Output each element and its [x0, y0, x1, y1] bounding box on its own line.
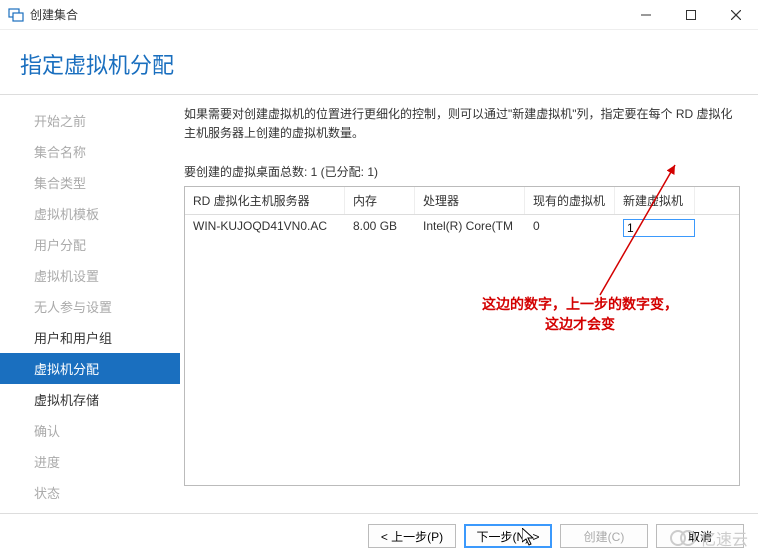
- description-text: 如果需要对创建虚拟机的位置进行更细化的控制，则可以通过"新建虚拟机"列，指定要在…: [184, 105, 740, 143]
- table-row[interactable]: WIN-KUJOQD41VN0.AC 8.00 GB Intel(R) Core…: [185, 215, 739, 241]
- wizard-body: 开始之前 集合名称 集合类型 虚拟机模板 用户分配 虚拟机设置 无人参与设置 用…: [0, 95, 758, 513]
- app-icon: [8, 7, 24, 23]
- next-button[interactable]: 下一步(N) >: [464, 524, 552, 548]
- maximize-button[interactable]: [668, 0, 713, 30]
- nav-before-begin[interactable]: 开始之前: [0, 105, 180, 136]
- nav-users-groups[interactable]: 用户和用户组: [0, 322, 180, 353]
- nav-vm-allocation[interactable]: 虚拟机分配: [0, 353, 180, 384]
- minimize-button[interactable]: [623, 0, 668, 30]
- create-button: 创建(C): [560, 524, 648, 548]
- col-host[interactable]: RD 虚拟化主机服务器: [185, 187, 345, 214]
- close-button[interactable]: [713, 0, 758, 30]
- vm-allocation-table: RD 虚拟化主机服务器 内存 处理器 现有的虚拟机 新建虚拟机 WIN-KUJO…: [184, 186, 740, 486]
- window-title: 创建集合: [30, 6, 623, 23]
- cell-memory: 8.00 GB: [345, 215, 415, 241]
- main-panel: 如果需要对创建虚拟机的位置进行更细化的控制，则可以通过"新建虚拟机"列，指定要在…: [180, 95, 758, 513]
- total-count-label: 要创建的虚拟桌面总数: 1 (已分配: 1): [184, 163, 740, 180]
- nav-confirm[interactable]: 确认: [0, 415, 180, 446]
- cancel-button[interactable]: 取消: [656, 524, 744, 548]
- nav-vm-storage[interactable]: 虚拟机存储: [0, 384, 180, 415]
- titlebar: 创建集合: [0, 0, 758, 30]
- col-existing[interactable]: 现有的虚拟机: [525, 187, 615, 214]
- table-header: RD 虚拟化主机服务器 内存 处理器 现有的虚拟机 新建虚拟机: [185, 187, 739, 215]
- cell-cpu: Intel(R) Core(TM: [415, 215, 525, 241]
- nav-vm-template[interactable]: 虚拟机模板: [0, 198, 180, 229]
- cell-newvm: [615, 215, 695, 241]
- nav-collection-name[interactable]: 集合名称: [0, 136, 180, 167]
- cell-existing: 0: [525, 215, 615, 241]
- col-memory[interactable]: 内存: [345, 187, 415, 214]
- cell-host: WIN-KUJOQD41VN0.AC: [185, 215, 345, 241]
- nav-collection-type[interactable]: 集合类型: [0, 167, 180, 198]
- col-cpu[interactable]: 处理器: [415, 187, 525, 214]
- nav-status[interactable]: 状态: [0, 477, 180, 508]
- nav-vm-settings[interactable]: 虚拟机设置: [0, 260, 180, 291]
- nav-progress[interactable]: 进度: [0, 446, 180, 477]
- newvm-input[interactable]: [623, 219, 695, 237]
- nav-unattended[interactable]: 无人参与设置: [0, 291, 180, 322]
- previous-button[interactable]: < 上一步(P): [368, 524, 456, 548]
- sidebar: 开始之前 集合名称 集合类型 虚拟机模板 用户分配 虚拟机设置 无人参与设置 用…: [0, 95, 180, 513]
- wizard-footer: < 上一步(P) 下一步(N) > 创建(C) 取消: [0, 513, 758, 558]
- page-heading: 指定虚拟机分配: [0, 30, 758, 95]
- col-newvm[interactable]: 新建虚拟机: [615, 187, 695, 214]
- nav-user-assignment[interactable]: 用户分配: [0, 229, 180, 260]
